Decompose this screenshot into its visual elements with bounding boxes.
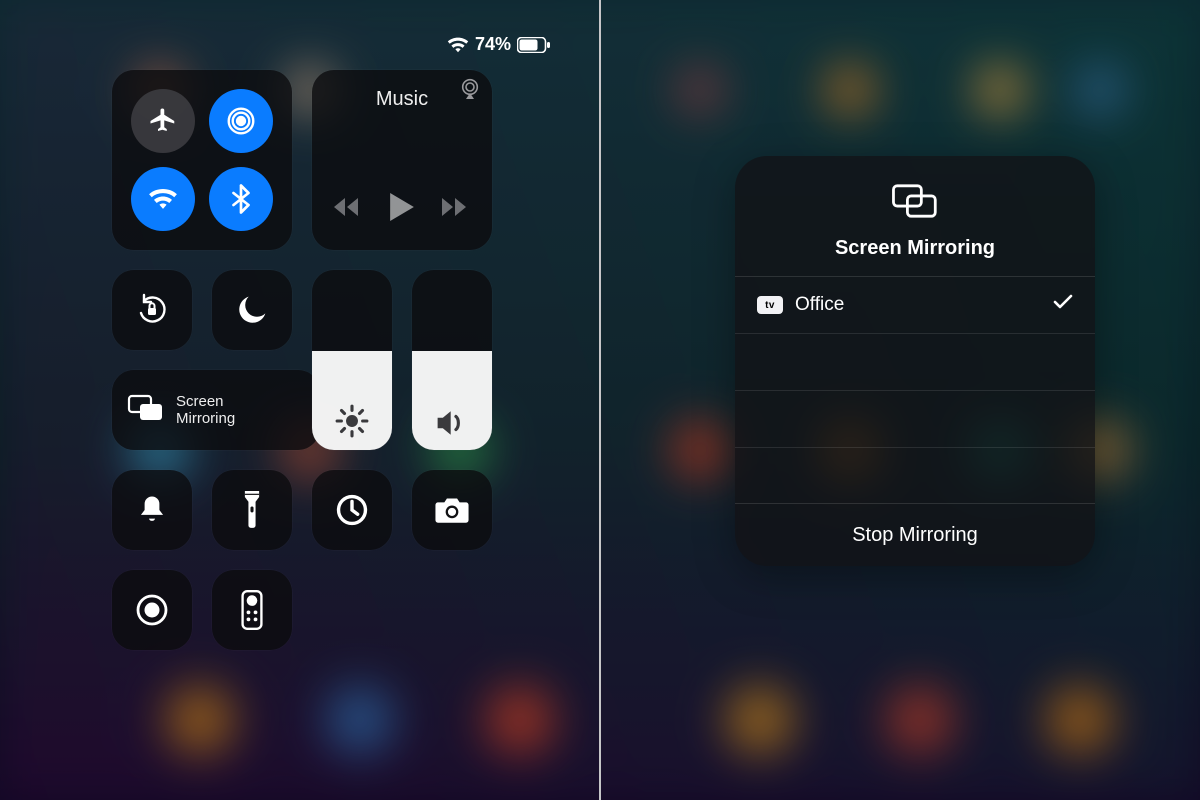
wifi-toggle[interactable]: [131, 167, 195, 231]
brightness-slider[interactable]: [312, 270, 392, 450]
airplay-icon[interactable]: [458, 78, 482, 105]
screen-mirroring-pane: Screen Mirroring tv Office Stop Mirrorin…: [601, 0, 1200, 800]
now-playing-title: Music: [376, 88, 428, 111]
bluetooth-toggle[interactable]: [209, 167, 273, 231]
airplane-mode-toggle[interactable]: [131, 89, 195, 153]
screen-mirroring-popover: Screen Mirroring tv Office Stop Mirrorin…: [735, 156, 1095, 566]
timer-button[interactable]: [312, 470, 392, 550]
flashlight-button[interactable]: [212, 470, 292, 550]
mirroring-device-name: Office: [795, 294, 844, 316]
do-not-disturb-toggle[interactable]: [212, 270, 292, 350]
stop-mirroring-label: Stop Mirroring: [852, 524, 978, 547]
screen-mirroring-icon: [126, 393, 166, 428]
control-center-grid: Music: [112, 70, 492, 650]
screen-record-button[interactable]: [112, 570, 192, 650]
control-center-pane: 74%: [0, 0, 599, 800]
battery-percent: 74%: [475, 34, 511, 55]
apple-tv-remote-button[interactable]: [212, 570, 292, 650]
wifi-status-icon: [447, 37, 469, 53]
stop-mirroring-button[interactable]: Stop Mirroring: [735, 503, 1095, 566]
status-bar: 74%: [447, 34, 551, 55]
battery-icon: [517, 37, 551, 53]
speaker-icon: [412, 408, 492, 438]
volume-slider[interactable]: [412, 270, 492, 450]
connectivity-tile[interactable]: [112, 70, 292, 250]
mirroring-device-row[interactable]: tv Office: [735, 277, 1095, 334]
skip-back-icon[interactable]: [334, 197, 362, 222]
sun-icon: [312, 404, 392, 438]
mute-toggle[interactable]: [112, 470, 192, 550]
rotation-lock-toggle[interactable]: [112, 270, 192, 350]
now-playing-tile[interactable]: Music: [312, 70, 492, 250]
apple-tv-badge: tv: [757, 296, 783, 314]
screen-mirroring-label-1: Screen: [176, 393, 235, 410]
airdrop-toggle[interactable]: [209, 89, 273, 153]
screen-mirroring-tile[interactable]: Screen Mirroring: [112, 370, 320, 450]
mirroring-empty-row: [735, 448, 1095, 504]
screen-mirroring-label-2: Mirroring: [176, 410, 235, 427]
skip-forward-icon[interactable]: [442, 197, 470, 222]
mirroring-device-list: tv Office: [735, 276, 1095, 504]
play-icon[interactable]: [390, 193, 414, 226]
mirroring-empty-row: [735, 334, 1095, 391]
screen-mirroring-title: Screen Mirroring: [835, 237, 995, 260]
screen-mirroring-icon: [889, 182, 941, 225]
checkmark-icon: [1053, 294, 1073, 316]
mirroring-empty-row: [735, 391, 1095, 448]
camera-button[interactable]: [412, 470, 492, 550]
